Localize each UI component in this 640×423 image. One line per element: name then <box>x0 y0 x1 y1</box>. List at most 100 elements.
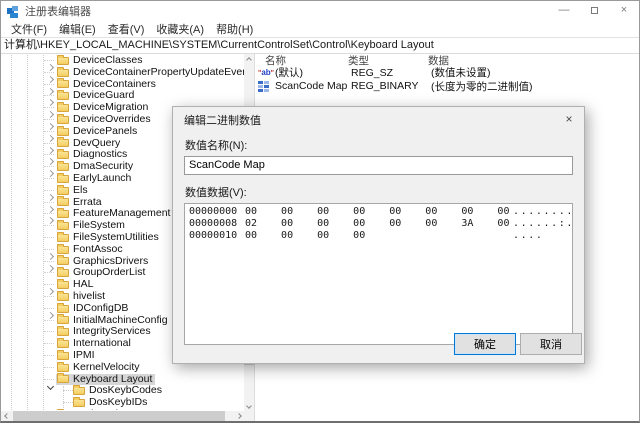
folder-icon <box>57 375 69 383</box>
tree-item-label: IDConfigDB <box>73 303 128 315</box>
tree-horizontal-scrollbar[interactable] <box>1 411 254 421</box>
tree-node[interactable]: International <box>56 338 134 350</box>
value-row[interactable]: ab (默认) REG_SZ (数值未设置) <box>255 66 639 80</box>
chevron-icon[interactable] <box>46 246 55 255</box>
column-header-type[interactable]: 类型 <box>348 53 428 68</box>
tree-node[interactable]: IDConfigDB <box>56 303 131 315</box>
value-name-label: 数值名称(N): <box>185 137 584 153</box>
hex-ascii: ........ <box>513 206 573 218</box>
tree-item-label: FileSystemUtilities <box>73 232 159 244</box>
tree-item-label: DeviceOverrides <box>73 114 151 126</box>
hex-offset: 00000010 <box>189 230 245 242</box>
dialog-title: 编辑二进制数值 <box>184 112 554 128</box>
folder-icon <box>57 222 69 230</box>
value-data: (长度为零的二进制值) <box>431 79 639 94</box>
chevron-icon[interactable] <box>46 305 55 314</box>
folder-icon <box>57 151 69 159</box>
folder-icon <box>57 281 69 289</box>
value-row[interactable]: ScanCode Map REG_BINARY (长度为零的二进制值) <box>255 80 639 94</box>
hex-row: 00000000 00 00 00 00 00 00 00 00 .......… <box>189 206 572 218</box>
tree-item-label: IPMI <box>73 350 95 362</box>
chevron-icon[interactable] <box>46 104 55 113</box>
tree-node[interactable]: GroupOrderList <box>56 267 148 279</box>
tree-node[interactable]: IPMI <box>56 350 98 362</box>
ok-button[interactable]: 确定 <box>454 333 516 355</box>
value-name-input[interactable]: ScanCode Map <box>184 156 573 175</box>
title-bar: 注册表编辑器 — × <box>1 1 639 21</box>
chevron-icon[interactable] <box>46 92 55 101</box>
chevron-icon[interactable] <box>46 258 55 267</box>
tree-item[interactable]: Keyboard Layouts <box>1 409 244 410</box>
chevron-icon[interactable] <box>46 376 55 385</box>
dialog-close-button[interactable]: × <box>554 110 584 130</box>
hex-bytes[interactable]: 00 00 00 00 00 00 00 00 <box>245 206 511 218</box>
registry-app-icon <box>7 5 19 17</box>
chevron-icon[interactable] <box>46 116 55 125</box>
folder-icon <box>57 340 69 348</box>
tree-node[interactable]: FileSystemUtilities <box>56 232 162 244</box>
menu-item[interactable]: 编辑(E) <box>53 21 102 37</box>
scroll-left-icon[interactable] <box>1 411 11 421</box>
folder-icon <box>57 352 69 360</box>
chevron-icon[interactable] <box>46 69 55 78</box>
edit-binary-value-dialog: 编辑二进制数值 × 数值名称(N): ScanCode Map 数值数据(V):… <box>172 106 585 364</box>
scroll-right-icon[interactable] <box>234 411 244 421</box>
chevron-icon[interactable] <box>46 81 55 90</box>
horizontal-scrollbar-thumb[interactable] <box>13 411 225 421</box>
tree-node[interactable]: FontAssoc <box>56 244 126 256</box>
chevron-icon[interactable] <box>46 140 55 149</box>
chevron-icon[interactable] <box>46 281 55 290</box>
chevron-icon[interactable] <box>46 57 55 66</box>
maximize-button[interactable] <box>579 1 609 21</box>
hex-offset: 00000000 <box>189 206 245 218</box>
window-title: 注册表编辑器 <box>25 3 549 19</box>
cancel-button[interactable]: 取消 <box>520 333 582 355</box>
value-data-label: 数值数据(V): <box>185 184 584 200</box>
tree-node[interactable]: Els <box>56 185 91 197</box>
chevron-icon[interactable] <box>46 187 55 196</box>
tree-node[interactable]: DeviceOverrides <box>56 114 154 126</box>
tree-node[interactable]: EarlyLaunch <box>56 173 134 185</box>
folder-icon <box>57 128 69 136</box>
tree-item[interactable]: DeviceContainerPropertyUpdateEvents <box>1 67 244 79</box>
chevron-icon[interactable] <box>46 128 55 137</box>
value-name: ScanCode Map <box>275 80 351 92</box>
tree-node[interactable]: DeviceContainerPropertyUpdateEvents <box>56 67 244 79</box>
chevron-icon[interactable] <box>46 163 55 172</box>
column-headers: 名称 类型 数据 <box>255 54 639 66</box>
folder-icon <box>57 92 69 100</box>
tree-node[interactable]: hivelist <box>56 291 108 303</box>
folder-icon <box>57 163 69 171</box>
tree-item-label: Els <box>73 185 88 197</box>
scroll-down-icon[interactable] <box>244 401 254 411</box>
menu-item[interactable]: 查看(V) <box>102 21 151 37</box>
minimize-button[interactable]: — <box>549 1 579 21</box>
menu-item[interactable]: 收藏夹(A) <box>150 21 210 37</box>
folder-icon <box>57 57 69 65</box>
tree-node[interactable]: Keyboard Layouts <box>56 409 161 410</box>
folder-icon <box>57 246 69 254</box>
folder-icon <box>57 80 69 88</box>
maximize-icon <box>591 7 598 14</box>
menu-item[interactable]: 帮助(H) <box>210 21 259 37</box>
hex-editor[interactable]: 00000000 00 00 00 00 00 00 00 00 .......… <box>184 203 573 345</box>
scroll-up-icon[interactable] <box>244 54 254 64</box>
chevron-icon[interactable] <box>46 210 55 219</box>
hex-offset: 00000008 <box>189 218 245 230</box>
menu-item[interactable]: 文件(F) <box>5 21 53 37</box>
close-button[interactable]: × <box>609 1 639 21</box>
address-bar[interactable]: 计算机\HKEY_LOCAL_MACHINE\SYSTEM\CurrentCon… <box>1 37 639 54</box>
tree-item-label: KernelVelocity <box>73 362 140 374</box>
chevron-icon[interactable] <box>46 151 55 160</box>
hex-bytes[interactable]: 02 00 00 00 00 00 3A 00 <box>245 218 511 230</box>
string-icon: ab <box>258 67 270 78</box>
value-type: REG_BINARY <box>351 80 431 92</box>
hex-bytes[interactable]: 00 00 00 00 <box>245 230 511 242</box>
tree-item-label: hivelist <box>73 291 105 303</box>
chevron-icon[interactable] <box>46 199 55 208</box>
folder-icon <box>57 139 69 147</box>
tree-node[interactable]: KernelVelocity <box>56 362 143 374</box>
folder-icon <box>57 269 69 277</box>
folder-icon <box>57 187 69 195</box>
tree-node[interactable]: DevicePanels <box>56 126 140 138</box>
